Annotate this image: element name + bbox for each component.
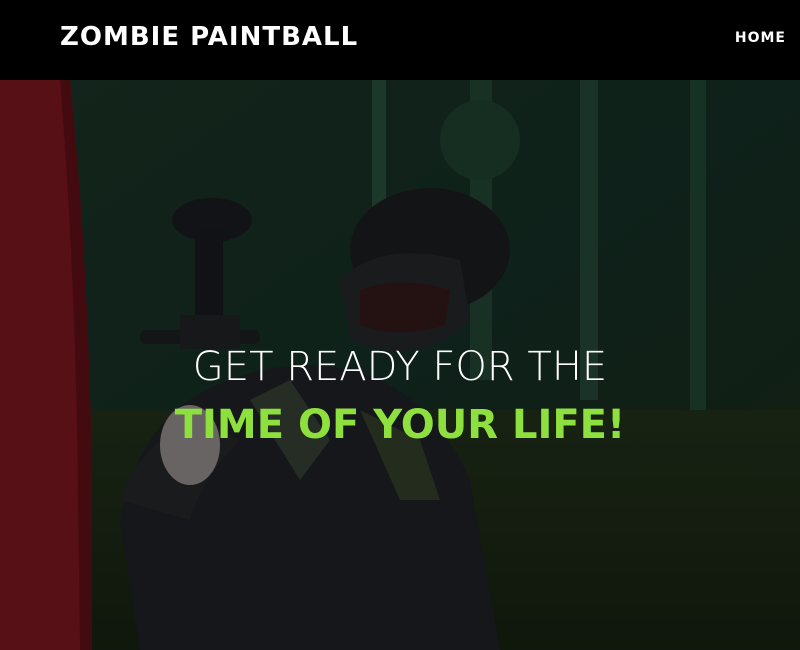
hero-headline-line1: GET READY FOR THE (192, 344, 608, 390)
brand-logo-link[interactable]: ZOMBIE PAINTBALL (60, 22, 358, 52)
top-navbar: ZOMBIE PAINTBALL HOME (0, 0, 800, 80)
hero-section: GET READY FOR THE TIME OF YOUR LIFE! (0, 80, 800, 650)
hero-headline-line2: TIME OF YOUR LIFE! (174, 402, 626, 448)
nav-link-home[interactable]: HOME (735, 30, 786, 46)
